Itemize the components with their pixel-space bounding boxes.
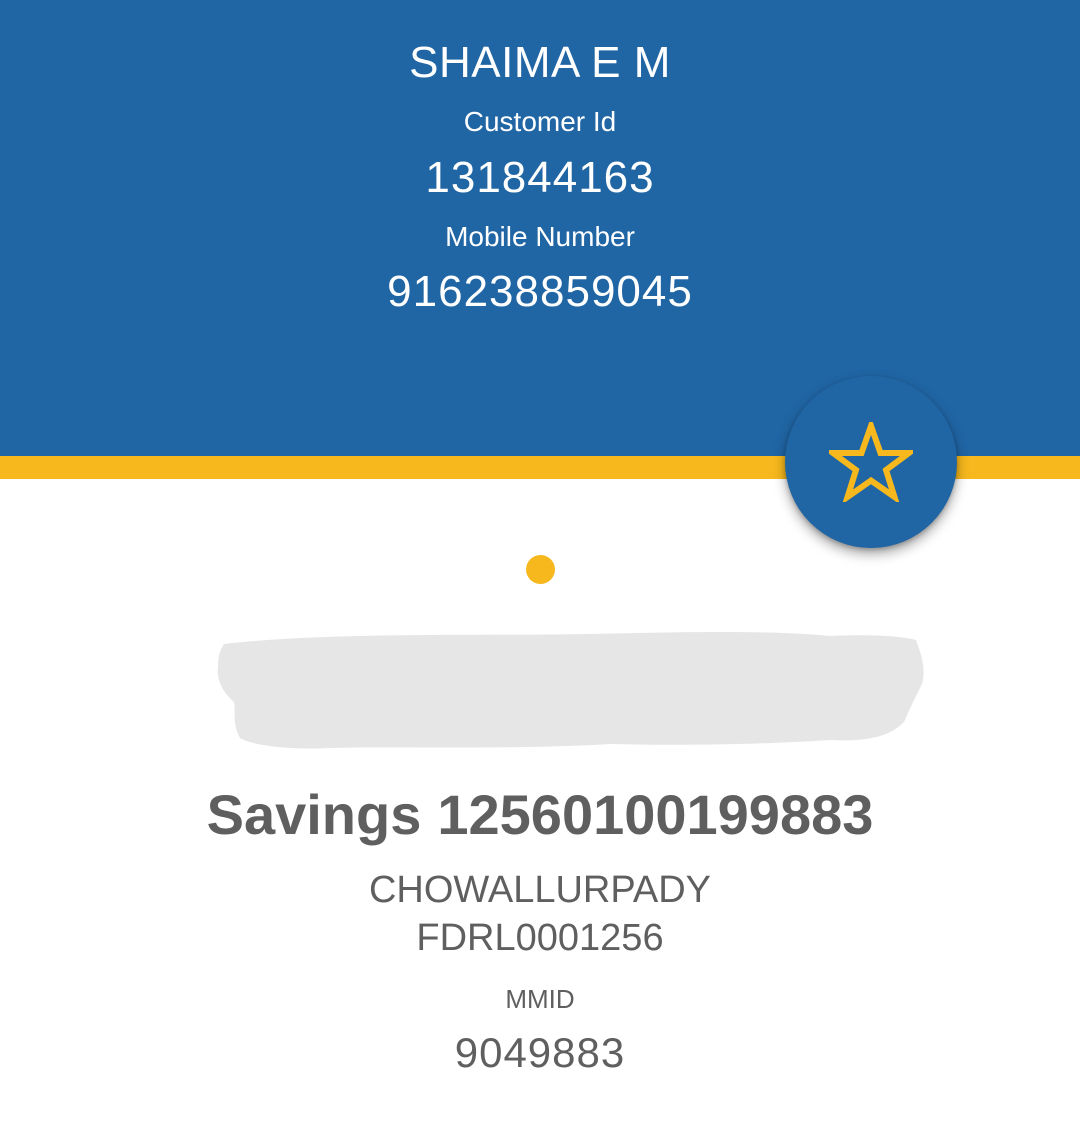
account-number: 12560100199883 [437, 783, 874, 846]
account-details-screen: SHAIMA E M Customer Id 131844163 Mobile … [0, 0, 1080, 1141]
account-type: Savings [206, 783, 422, 846]
page-indicator-dot [526, 555, 555, 584]
account-summary: Savings 12560100199883 [0, 784, 1080, 846]
customer-id-value: 131844163 [425, 153, 655, 202]
customer-id-label: Customer Id [463, 106, 617, 137]
customer-name: SHAIMA E M [409, 38, 671, 87]
ifsc-code: FDRL0001256 [416, 917, 664, 959]
redacted-area [217, 632, 924, 749]
favorite-button[interactable] [785, 376, 957, 548]
mobile-number-label: Mobile Number [445, 221, 635, 252]
mmid-label: MMID [505, 984, 575, 1014]
branch-name: CHOWALLURPADY [368, 869, 712, 911]
mobile-number-value: 916238859045 [387, 267, 693, 316]
profile-header: SHAIMA E M Customer Id 131844163 Mobile … [0, 0, 1080, 456]
star-outline-icon [829, 422, 913, 502]
mmid-value: 9049883 [454, 1029, 626, 1076]
